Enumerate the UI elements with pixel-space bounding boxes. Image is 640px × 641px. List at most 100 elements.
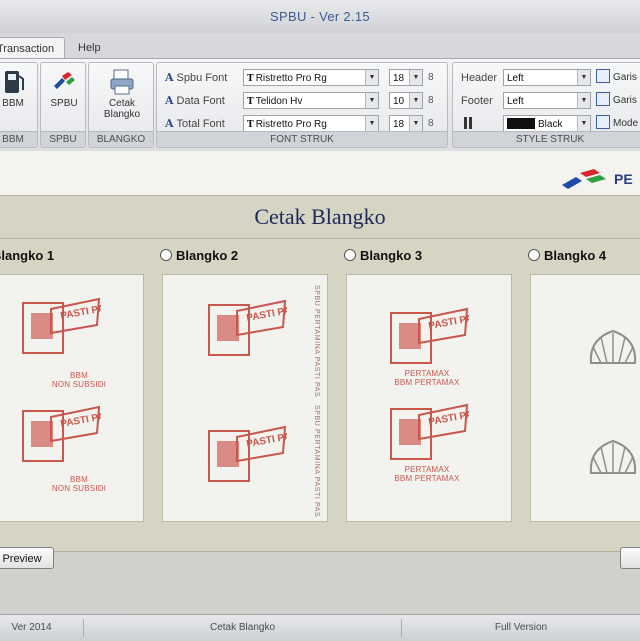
window-title: SPBU - Ver 2.15 <box>270 9 370 24</box>
chevron-down-icon[interactable]: ▼ <box>409 93 422 108</box>
blangko-3-caption-3: PERTAMAX <box>404 465 450 474</box>
blangko-2-preview[interactable]: PASTI PAS! PASTI PAS! SPBU PERTAMINA PAS… <box>162 274 328 522</box>
data-font-label: A Data Font <box>165 94 225 107</box>
garis-button-1[interactable]: Garis <box>596 69 637 86</box>
blangko-1-caption-4: NON SUBSIDI <box>51 484 107 493</box>
pasti-pas-stamp-icon: PASTI PAS! <box>207 423 301 488</box>
blangko-2-side-text-2: SPBU PERTAMINA PASTI PAS <box>313 405 320 518</box>
pasti-pas-stamp-icon: PASTI PAS! <box>21 403 115 468</box>
group-blangko-label: BLANGKO <box>89 131 153 147</box>
svg-text:PASTI PAS!: PASTI PAS! <box>246 430 287 450</box>
tab-help[interactable]: Help <box>68 37 111 59</box>
blangko-3-caption-1: PERTAMAX <box>404 369 450 378</box>
truetype-icon: T <box>247 74 254 84</box>
radio-icon[interactable] <box>344 249 356 261</box>
blangko-2-option[interactable]: Blangko 2 <box>160 248 238 263</box>
ribbon-tabs: Transaction Help <box>0 33 640 60</box>
shell-logo-icon <box>589 329 637 364</box>
total-font-size-select[interactable]: 18 ▼ <box>389 115 423 132</box>
spbu-font-label: A Spbu Font <box>165 71 228 84</box>
cetak-blangko-button[interactable]: Cetak Blangko <box>91 66 153 120</box>
title-bar: SPBU - Ver 2.15 <box>0 0 640 34</box>
blangko-3-caption-4: BBM PERTAMAX <box>394 474 460 483</box>
blangko-3-preview[interactable]: PASTI PAS! PERTAMAX BBM PERTAMAX PASTI P… <box>346 274 512 522</box>
garis-button-2[interactable]: Garis <box>596 92 637 109</box>
printer-icon <box>110 69 134 95</box>
footer-label: Footer <box>461 95 493 107</box>
grid-icon <box>596 115 610 129</box>
cetak-blangko-label-1: Cetak <box>108 98 136 109</box>
svg-text:PASTI PAS!: PASTI PAS! <box>428 312 469 332</box>
spbu-font-size-select[interactable]: 18 ▼ <box>389 69 423 86</box>
preview-button[interactable]: Preview <box>0 547 54 569</box>
chevron-down-icon[interactable]: ▼ <box>365 116 378 131</box>
bbm-button[interactable]: BBM <box>0 66 33 109</box>
data-font-select[interactable]: T Telidon Hv ▼ <box>243 92 379 109</box>
blangko-1-preview[interactable]: PASTI PAS! BBM NON SUBSIDI PASTI PAS! BB… <box>0 274 144 522</box>
radio-icon[interactable] <box>528 249 540 261</box>
pasti-pas-stamp-icon: PASTI PAS! <box>389 401 483 466</box>
mode-button[interactable]: Mode <box>596 115 638 132</box>
font-a-icon: A <box>165 117 174 130</box>
bbm-button-label: BBM <box>2 98 24 109</box>
spbu-button-label: SPBU <box>50 98 78 109</box>
chevron-down-icon[interactable]: ▼ <box>409 70 422 85</box>
spbu-button[interactable]: SPBU <box>43 66 85 109</box>
cetak-blangko-panel: Cetak Blangko Blangko 1 Blangko 2 Blangk… <box>0 195 640 552</box>
blangko-2-side-text-1: SPBU PERTAMINA PASTI PAS <box>313 285 320 398</box>
group-bbm: BBM BBM <box>0 62 38 148</box>
pertamina-logo-icon <box>54 72 75 89</box>
pasti-pas-stamp-icon: PASTI PAS! <box>207 297 301 362</box>
blangko-3-option[interactable]: Blangko 3 <box>344 248 422 263</box>
group-style-struk: Header Left ▼ Garis Footer Left ▼ Garis … <box>452 62 640 148</box>
brand-strip: PE <box>0 151 640 195</box>
panel-divider <box>0 238 640 239</box>
font-a-icon: A <box>165 94 174 107</box>
chevron-down-icon[interactable]: ▼ <box>577 116 590 131</box>
action-button[interactable] <box>620 547 640 569</box>
panel-title: Cetak Blangko <box>254 204 386 229</box>
chevron-down-icon[interactable]: ▼ <box>365 70 378 85</box>
chevron-down-icon[interactable]: ▼ <box>409 116 422 131</box>
blangko-4-preview[interactable] <box>530 274 640 522</box>
chevron-down-icon[interactable]: ▼ <box>577 93 590 108</box>
group-blangko: Cetak Blangko BLANGKO <box>88 62 154 148</box>
blangko-3-caption-2: BBM PERTAMAX <box>394 378 460 387</box>
blangko-1-caption-2: NON SUBSIDI <box>51 380 107 389</box>
brand-text: PE <box>614 171 633 187</box>
status-module: Cetak Blangko <box>84 619 402 637</box>
total-font-select[interactable]: T Ristretto Pro Rg ▼ <box>243 115 379 132</box>
pasti-pas-stamp-icon: PASTI PAS! <box>389 305 483 370</box>
blangko-1-caption-3: BBM <box>70 475 88 484</box>
footer-align-select[interactable]: Left ▼ <box>503 92 591 109</box>
blangko-1-option[interactable]: Blangko 1 <box>0 248 54 263</box>
total-font-unit: 8 <box>428 118 434 129</box>
truetype-icon: T <box>247 97 254 107</box>
truetype-icon: T <box>247 120 254 130</box>
svg-text:PASTI PAS!: PASTI PAS! <box>60 302 101 322</box>
color-select[interactable]: Black ▼ <box>503 115 591 132</box>
group-font-struk: A Spbu Font T Ristretto Pro Rg ▼ 18 ▼ 8 AD… <box>156 62 448 148</box>
header-label: Header <box>461 72 498 84</box>
blangko-4-option[interactable]: Blangko 4 <box>528 248 606 263</box>
grid-icon <box>596 69 610 83</box>
radio-icon[interactable] <box>160 249 172 261</box>
group-bbm-label: BBM <box>0 131 37 147</box>
spbu-font-select[interactable]: T Ristretto Pro Rg ▼ <box>243 69 379 86</box>
data-font-unit: 8 <box>428 95 434 106</box>
color-swatch <box>507 118 535 129</box>
data-font-size-select[interactable]: 10 ▼ <box>389 92 423 109</box>
header-align-select[interactable]: Left ▼ <box>503 69 591 86</box>
group-font-struk-label: FONT STRUK <box>157 131 447 147</box>
chevron-down-icon[interactable]: ▼ <box>577 70 590 85</box>
tab-transaction[interactable]: Transaction <box>0 37 66 60</box>
ribbon: BBM BBM SPBU SPBU Cetak Blangko BLANGKO <box>0 58 640 152</box>
svg-text:PASTI PAS!: PASTI PAS! <box>428 408 469 428</box>
chevron-down-icon[interactable]: ▼ <box>365 93 378 108</box>
group-spbu: SPBU SPBU <box>40 62 86 148</box>
content-area: PE Cetak Blangko Blangko 1 Blangko 2 Bla… <box>0 151 640 616</box>
blangko-1-caption-1: BBM <box>70 371 88 380</box>
font-a-icon: A <box>165 71 174 84</box>
pasti-pas-stamp-icon: PASTI PAS! <box>21 295 115 360</box>
shell-logo-icon <box>589 439 637 474</box>
